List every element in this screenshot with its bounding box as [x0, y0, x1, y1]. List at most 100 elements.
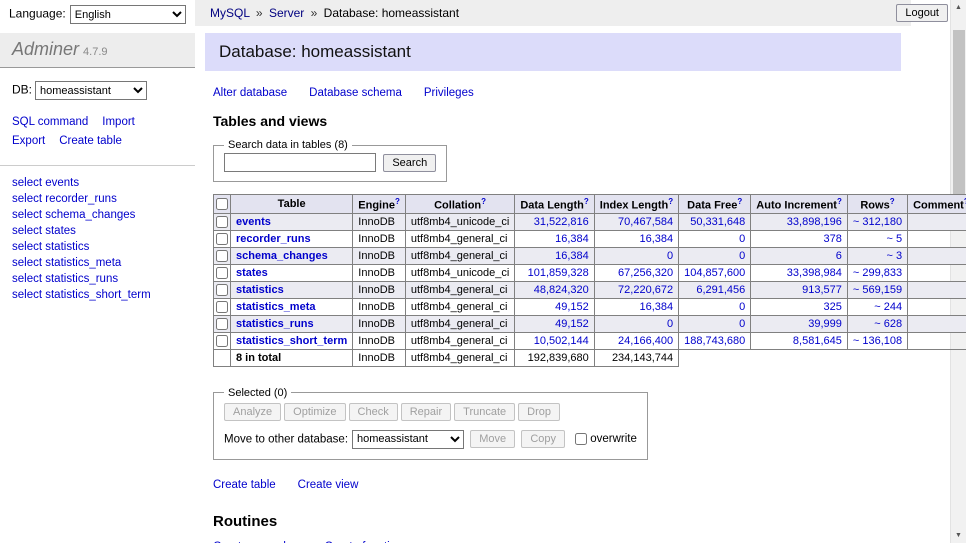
auto-increment-link[interactable]: 8,581,645	[793, 335, 842, 347]
link-create-table[interactable]: Create table	[213, 479, 276, 491]
button-analyze[interactable]: Analyze	[224, 403, 281, 421]
table-link-states[interactable]: states	[236, 267, 268, 279]
row-checkbox[interactable]	[216, 301, 228, 313]
button-check[interactable]: Check	[349, 403, 398, 421]
table-link-events[interactable]: events	[236, 216, 271, 228]
sidebar-select-schema-changes[interactable]: select schema_changes	[12, 207, 183, 223]
column-help-icon[interactable]: ?	[890, 197, 895, 206]
table-link-recorder-runs[interactable]: recorder_runs	[236, 233, 311, 245]
overwrite-checkbox[interactable]	[575, 433, 587, 445]
sidebar-link-create-table[interactable]: Create table	[59, 135, 122, 147]
link-alter-database[interactable]: Alter database	[213, 87, 287, 99]
data-length-link[interactable]: 101,859,328	[528, 267, 589, 279]
column-help-icon[interactable]: ?	[481, 197, 486, 206]
move-db-select[interactable]: homeassistant	[352, 430, 464, 449]
scrollbar-up-icon[interactable]: ▲	[951, 0, 966, 15]
data-free-link[interactable]: 104,857,600	[684, 267, 745, 279]
db-select[interactable]: homeassistant	[35, 81, 147, 100]
button-repair[interactable]: Repair	[401, 403, 451, 421]
row-checkbox[interactable]	[216, 250, 228, 262]
sidebar-link-sql-command[interactable]: SQL command	[12, 116, 88, 128]
row-checkbox[interactable]	[216, 335, 228, 347]
app-logo-link[interactable]: Adminer	[12, 39, 79, 59]
table-link-statistics-runs[interactable]: statistics_runs	[236, 318, 314, 330]
data-free-link[interactable]: 6,291,456	[696, 284, 745, 296]
data-length-link[interactable]: 10,502,144	[534, 335, 589, 347]
sidebar-select-statistics-meta[interactable]: select statistics_meta	[12, 255, 183, 271]
row-checkbox[interactable]	[216, 267, 228, 279]
move-button[interactable]: Move	[470, 430, 515, 448]
data-free-link[interactable]: 0	[739, 318, 745, 330]
sidebar-select-statistics-runs[interactable]: select statistics_runs	[12, 271, 183, 287]
sidebar-select-events[interactable]: select events	[12, 175, 183, 191]
scrollbar-down-icon[interactable]: ▼	[951, 528, 966, 543]
button-optimize[interactable]: Optimize	[284, 403, 345, 421]
search-input[interactable]	[224, 153, 376, 172]
rows-count-link[interactable]: ~ 5	[887, 233, 903, 245]
button-drop[interactable]: Drop	[518, 403, 560, 421]
column-help-icon[interactable]: ?	[395, 197, 400, 206]
column-help-icon[interactable]: ?	[584, 197, 589, 206]
search-button[interactable]: Search	[383, 154, 436, 172]
column-help-icon[interactable]: ?	[837, 197, 842, 206]
auto-increment-link[interactable]: 33,398,984	[787, 267, 842, 279]
row-checkbox[interactable]	[216, 216, 228, 228]
column-help-icon[interactable]: ?	[737, 197, 742, 206]
overwrite-control[interactable]: overwrite	[575, 433, 637, 445]
sidebar-link-import[interactable]: Import	[102, 116, 135, 128]
copy-button[interactable]: Copy	[521, 430, 565, 448]
button-truncate[interactable]: Truncate	[454, 403, 515, 421]
index-length-link[interactable]: 70,467,584	[618, 216, 673, 228]
link-create-view[interactable]: Create view	[298, 479, 359, 491]
rows-count-link[interactable]: ~ 628	[874, 318, 902, 330]
table-link-statistics[interactable]: statistics	[236, 284, 284, 296]
data-free-link[interactable]: 0	[739, 233, 745, 245]
rows-count-link[interactable]: ~ 299,833	[853, 267, 902, 279]
auto-increment-link[interactable]: 378	[824, 233, 842, 245]
link-privileges[interactable]: Privileges	[424, 87, 474, 99]
auto-increment-link[interactable]: 325	[824, 301, 842, 313]
data-free-link[interactable]: 188,743,680	[684, 335, 745, 347]
auto-increment-link[interactable]: 6	[836, 250, 842, 262]
data-length-link[interactable]: 16,384	[555, 250, 589, 262]
link-database-schema[interactable]: Database schema	[309, 87, 402, 99]
rows-count-link[interactable]: ~ 569,159	[853, 284, 902, 296]
index-length-link[interactable]: 0	[667, 318, 673, 330]
index-length-link[interactable]: 67,256,320	[618, 267, 673, 279]
data-length-link[interactable]: 49,152	[555, 318, 589, 330]
sidebar-select-statistics-short-term[interactable]: select statistics_short_term	[12, 287, 183, 303]
data-length-link[interactable]: 31,522,816	[534, 216, 589, 228]
rows-count-link[interactable]: ~ 312,180	[853, 216, 902, 228]
table-link-statistics-short-term[interactable]: statistics_short_term	[236, 335, 347, 347]
row-checkbox[interactable]	[216, 318, 228, 330]
index-length-link[interactable]: 72,220,672	[618, 284, 673, 296]
data-free-link[interactable]: 0	[739, 250, 745, 262]
row-checkbox[interactable]	[216, 233, 228, 245]
data-length-link[interactable]: 49,152	[555, 301, 589, 313]
logout-button[interactable]: Logout	[896, 4, 948, 22]
data-free-link[interactable]: 50,331,648	[690, 216, 745, 228]
language-select[interactable]: English	[70, 5, 186, 24]
rows-count-link[interactable]: ~ 136,108	[853, 335, 902, 347]
rows-count-link[interactable]: ~ 3	[887, 250, 903, 262]
sidebar-select-statistics[interactable]: select statistics	[12, 239, 183, 255]
breadcrumb-mysql-link[interactable]: MySQL	[210, 6, 250, 20]
auto-increment-link[interactable]: 913,577	[802, 284, 842, 296]
index-length-link[interactable]: 0	[667, 250, 673, 262]
auto-increment-link[interactable]: 33,898,196	[787, 216, 842, 228]
rows-count-link[interactable]: ~ 244	[874, 301, 902, 313]
table-link-statistics-meta[interactable]: statistics_meta	[236, 301, 316, 313]
data-free-link[interactable]: 0	[739, 301, 745, 313]
row-checkbox[interactable]	[216, 284, 228, 296]
index-length-link[interactable]: 16,384	[639, 301, 673, 313]
index-length-link[interactable]: 16,384	[639, 233, 673, 245]
breadcrumb-server-link[interactable]: Server	[269, 6, 304, 20]
data-length-link[interactable]: 16,384	[555, 233, 589, 245]
sidebar-select-states[interactable]: select states	[12, 223, 183, 239]
auto-increment-link[interactable]: 39,999	[808, 318, 842, 330]
index-length-link[interactable]: 24,166,400	[618, 335, 673, 347]
sidebar-select-recorder-runs[interactable]: select recorder_runs	[12, 191, 183, 207]
column-help-icon[interactable]: ?	[668, 197, 673, 206]
data-length-link[interactable]: 48,824,320	[534, 284, 589, 296]
select-all-checkbox[interactable]	[216, 198, 228, 210]
